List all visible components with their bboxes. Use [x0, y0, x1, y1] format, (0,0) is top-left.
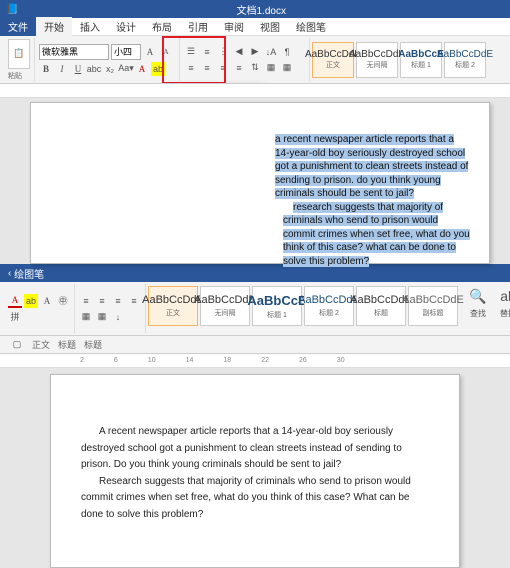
tab-view[interactable]: 视图 — [252, 17, 288, 36]
sort-icon-2[interactable]: ↓ — [111, 310, 125, 324]
style2-h1[interactable]: AaBbCcE标题 1 — [252, 286, 302, 326]
window-title: 文档1.docx — [18, 2, 504, 17]
find-button[interactable]: 🔍 查找 — [466, 286, 490, 331]
clipboard-group: 📋 粘贴 — [4, 38, 35, 81]
ribbon: 📋 粘贴 A A B I U abc x₂ Aa▾ A ab ☰ — [0, 36, 510, 84]
align-right-icon-2[interactable]: ≡ — [111, 294, 125, 308]
binoculars-icon: 🔍 — [466, 286, 490, 306]
para-1-line-2[interactable]: destroyed school got a punishment to cle… — [81, 442, 429, 457]
page-top[interactable]: a recent newspaper article reports that … — [30, 102, 490, 264]
sec-item-2[interactable]: 标题 — [58, 338, 76, 351]
paste-button[interactable]: 📋 — [8, 39, 30, 69]
align-center-icon-2[interactable]: ≡ — [95, 294, 109, 308]
h-ruler-top — [0, 84, 510, 98]
sort-icon[interactable]: ↓A — [264, 45, 278, 59]
secondary-tabs: ▢ 正文 标题 标题 — [0, 336, 510, 354]
tab-file[interactable]: 文件 — [0, 17, 36, 36]
font-group: A A B I U abc x₂ Aa▾ A ab — [35, 38, 180, 81]
selected-para-2[interactable]: research suggests that majority of crimi… — [283, 202, 470, 267]
inc-indent-icon[interactable]: ▶ — [248, 45, 262, 59]
sec-item-1[interactable]: 正文 — [32, 338, 50, 351]
document-area-top[interactable]: a recent newspaper article reports that … — [0, 98, 510, 264]
new-doc-icon[interactable]: ▢ — [10, 338, 24, 352]
titlebar: 📘 文档1.docx — [0, 0, 510, 18]
style-h2[interactable]: AaBbCcDdE标题 2 — [444, 42, 486, 78]
style2-subtitle[interactable]: AaBbCcDdE副标题 — [408, 286, 458, 326]
style-normal[interactable]: AaBbCcDdE正文 — [312, 42, 354, 78]
border-icon-2[interactable]: ▦ — [79, 310, 93, 324]
underline-icon[interactable]: U — [71, 62, 85, 76]
shading-icon-2[interactable]: ▦ — [95, 310, 109, 324]
para-group-2: ≡ ≡ ≡ ≡ ▦ ▦ ↓ — [75, 284, 146, 333]
ribbon-bottom: A ab A ㊥ 拼 ≡ ≡ ≡ ≡ ▦ ▦ ↓ AaBbCcDdE正文 — [0, 282, 510, 336]
change-case-icon[interactable]: Aa▾ — [119, 62, 133, 76]
highlight-icon-2[interactable]: ab — [24, 294, 38, 308]
main-tabs: 文件 开始 插入 设计 布局 引用 审阅 视图 绘图笔 — [0, 18, 510, 36]
red-highlight-box — [162, 36, 226, 84]
tab-home[interactable]: 开始 — [36, 17, 72, 36]
editing-group: 🔍 查找 ab 替换 ↖ 选择 — [460, 284, 510, 333]
styles-group: AaBbCcDdE正文 AaBbCcDdE无间隔 AaBbCcE标题 1 AaB… — [310, 38, 488, 81]
tab-insert[interactable]: 插入 — [72, 17, 108, 36]
bottom-tab-label: 绘图笔 — [14, 266, 44, 281]
tab-draw[interactable]: 绘图笔 — [288, 17, 334, 36]
replace-icon: ab — [496, 286, 510, 306]
word-icon: 📘 — [6, 4, 18, 15]
bold-icon[interactable]: B — [39, 62, 53, 76]
para-2-line-2[interactable]: commit crimes when set free, what do you… — [81, 491, 429, 506]
border-icon[interactable]: ▦ — [280, 61, 294, 75]
font-group-2: A ab A ㊥ 拼 — [4, 284, 75, 333]
asian-icon[interactable]: 拼 — [8, 310, 22, 324]
font-size-select[interactable] — [111, 44, 141, 60]
tab-refs[interactable]: 引用 — [180, 17, 216, 36]
h-ruler-bottom: 2 6 10 14 18 22 26 30 — [0, 354, 510, 368]
page-bottom[interactable]: A recent newspaper article reports that … — [50, 374, 460, 568]
styles-group-2: AaBbCcDdE正文 AaBbCcDdE无间隔 AaBbCcE标题 1 AaB… — [146, 284, 460, 333]
align-left-icon-2[interactable]: ≡ — [79, 294, 93, 308]
italic-icon[interactable]: I — [55, 62, 69, 76]
tab-design[interactable]: 设计 — [108, 17, 144, 36]
font-color-icon[interactable]: A — [135, 62, 149, 76]
tab-review[interactable]: 审阅 — [216, 17, 252, 36]
justify-icon-2[interactable]: ≡ — [127, 294, 141, 308]
enclose-icon[interactable]: ㊥ — [56, 294, 70, 308]
shading-icon[interactable]: ▦ — [264, 61, 278, 75]
justify-icon[interactable]: ≡ — [232, 61, 246, 75]
font-name-select[interactable] — [39, 44, 109, 60]
para-1-line-3[interactable]: prison. Do you think young criminals sho… — [81, 458, 429, 473]
line-spacing-icon[interactable]: ⇅ — [248, 61, 262, 75]
style-h1[interactable]: AaBbCcE标题 1 — [400, 42, 442, 78]
selected-para-1[interactable]: a recent newspaper article reports that … — [275, 134, 468, 199]
show-marks-icon[interactable]: ¶ — [280, 45, 294, 59]
strike-icon[interactable]: abc — [87, 62, 101, 76]
style2-title[interactable]: AaBbCcDdE标题 — [356, 286, 406, 326]
subscript-icon[interactable]: x₂ — [103, 62, 117, 76]
style-nospace[interactable]: AaBbCcDdE无间隔 — [356, 42, 398, 78]
tab-layout[interactable]: 布局 — [144, 17, 180, 36]
char-border-icon[interactable]: A — [40, 294, 54, 308]
para-1-line-1[interactable]: A recent newspaper article reports that … — [81, 425, 429, 440]
paste-label: 粘贴 — [8, 71, 30, 81]
chevron-left-icon[interactable]: ‹ — [8, 268, 11, 279]
style2-normal[interactable]: AaBbCcDdE正文 — [148, 286, 198, 326]
replace-button[interactable]: ab 替换 — [496, 286, 510, 331]
style2-h2[interactable]: AaBbCcDdE标题 2 — [304, 286, 354, 326]
sec-item-3[interactable]: 标题 — [84, 338, 102, 351]
dec-indent-icon[interactable]: ◀ — [232, 45, 246, 59]
font-color-icon-2[interactable]: A — [8, 294, 22, 308]
grow-font-icon[interactable]: A — [143, 45, 157, 59]
style2-nospace[interactable]: AaBbCcDdE无间隔 — [200, 286, 250, 326]
para-2-line-1[interactable]: Research suggests that majority of crimi… — [81, 475, 429, 490]
para-2-line-3[interactable]: done to solve this problem? — [81, 508, 429, 523]
document-area-bottom[interactable]: A recent newspaper article reports that … — [0, 368, 510, 568]
